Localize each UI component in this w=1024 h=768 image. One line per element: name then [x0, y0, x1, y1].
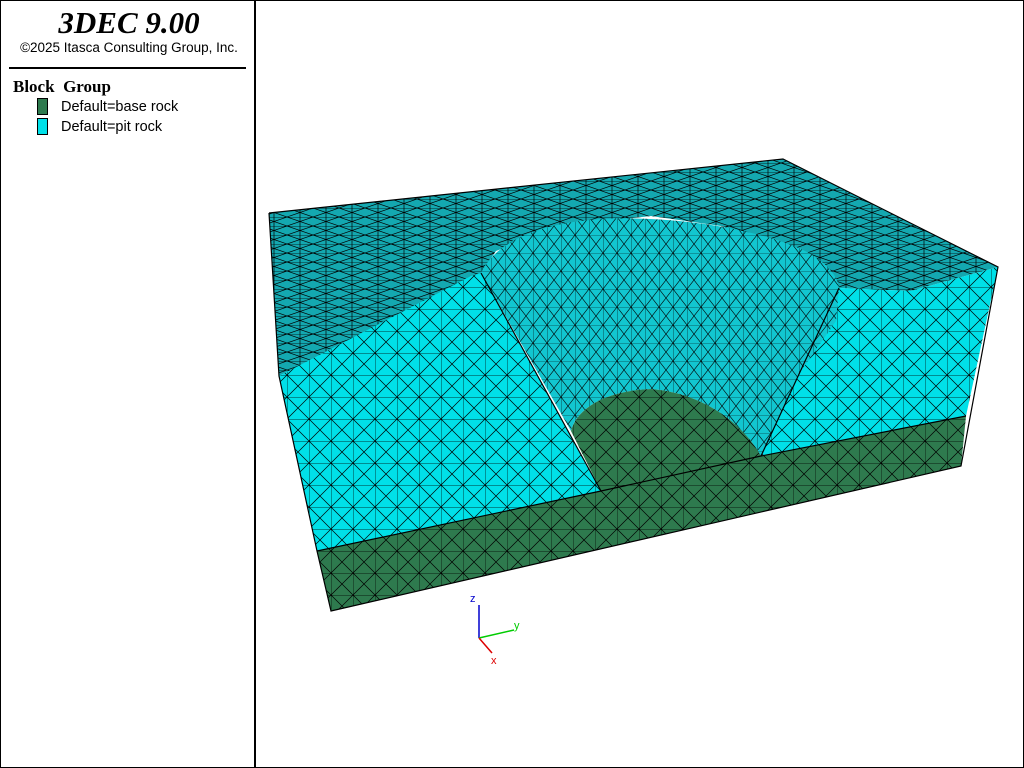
axis-triad: z y x: [470, 593, 520, 667]
legend-label-base-rock: Default=base rock: [61, 98, 179, 115]
legend-item-pit-rock: Default=pit rock: [37, 117, 162, 136]
legend-swatch-base-rock: [37, 98, 48, 115]
x-axis-line: [478, 637, 493, 654]
block-model-view[interactable]: z y x: [258, 1, 1023, 767]
legend-heading: Block Group: [13, 77, 111, 97]
model-block: [268, 158, 999, 612]
y-axis-line: [478, 629, 515, 639]
y-axis-label: y: [514, 620, 520, 632]
legend-label-pit-rock: Default=pit rock: [61, 118, 163, 135]
plot-frame: 3DEC 9.00 ©2025 Itasca Consulting Group,…: [0, 0, 1024, 768]
model-viewport[interactable]: z y x: [258, 1, 1023, 767]
legend-panel: 3DEC 9.00 ©2025 Itasca Consulting Group,…: [1, 1, 256, 767]
legend-item-base-rock: Default=base rock: [37, 97, 178, 116]
legend-heading-group: Group: [63, 77, 111, 96]
z-axis-label: z: [470, 593, 476, 605]
header-divider: [9, 67, 246, 69]
app-title: 3DEC 9.00: [58, 5, 200, 40]
x-axis-label: x: [491, 655, 497, 667]
legend-swatch-pit-rock: [37, 118, 48, 135]
copyright-notice: ©2025 Itasca Consulting Group, Inc.: [20, 40, 238, 55]
legend-heading-block: Block: [13, 77, 55, 96]
